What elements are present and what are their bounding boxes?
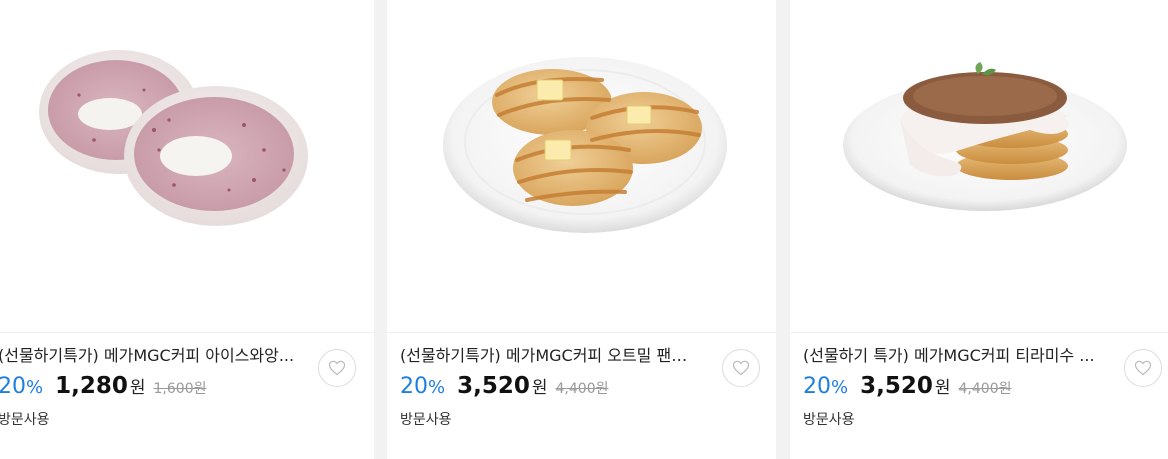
wishlist-button[interactable] (318, 349, 356, 387)
original-price: 4,400원 (958, 381, 1012, 397)
product-image[interactable] (0, 0, 374, 332)
price-unit: 원 (934, 378, 951, 398)
product-card[interactable]: (선물하기특가) 메가MGC커피 아이스와앙... 20% 1,280 원 1,… (0, 0, 374, 459)
product-image[interactable] (790, 0, 1168, 332)
product-info: (선물하기특가) 메가MGC커피 아이스와앙... 20% 1,280 원 1,… (0, 332, 374, 459)
discount-value: 20 (0, 374, 26, 399)
heart-icon (1134, 360, 1152, 376)
product-image[interactable] (387, 0, 776, 332)
price-unit: 원 (531, 378, 548, 398)
oatmeal-pancake-image (443, 57, 727, 233)
discount-unit: % (26, 377, 44, 398)
price-row: 20% 3,520 원 4,400원 (803, 373, 1011, 403)
discount-rate: 20% (803, 374, 848, 399)
original-price: 4,400원 (555, 381, 609, 397)
product-card[interactable]: (선물하기 특가) 메가MGC커피 티라미수 ... 20% 3,520 원 4… (790, 0, 1168, 459)
product-title[interactable]: (선물하기특가) 메가MGC커피 아이스와앙... (0, 345, 300, 367)
usage-type: 방문사용 (0, 412, 50, 428)
product-card[interactable]: (선물하기특가) 메가MGC커피 오트밀 팬케... 20% 3,520 원 4… (387, 0, 776, 459)
heart-icon (328, 360, 346, 376)
original-price: 1,600원 (153, 381, 207, 397)
ice-rice-cake-image (39, 50, 308, 226)
discount-value: 20 (400, 374, 428, 399)
price-row: 20% 1,280 원 1,600원 (0, 373, 206, 403)
price-unit: 원 (129, 378, 146, 398)
sale-price: 1,280 (55, 373, 128, 399)
price-row: 20% 3,520 원 4,400원 (400, 373, 608, 403)
product-title[interactable]: (선물하기특가) 메가MGC커피 오트밀 팬케... (400, 345, 700, 367)
product-info: (선물하기특가) 메가MGC커피 오트밀 팬케... 20% 3,520 원 4… (387, 332, 776, 459)
tiramisu-pancake-image (843, 62, 1127, 211)
sale-price: 3,520 (860, 373, 933, 399)
usage-type: 방문사용 (803, 412, 855, 428)
wishlist-button[interactable] (722, 349, 760, 387)
discount-unit: % (831, 377, 849, 398)
product-info: (선물하기 특가) 메가MGC커피 티라미수 ... 20% 3,520 원 4… (790, 332, 1168, 459)
product-title[interactable]: (선물하기 특가) 메가MGC커피 티라미수 ... (803, 345, 1103, 367)
discount-rate: 20% (0, 374, 43, 399)
usage-type: 방문사용 (400, 412, 452, 428)
sale-price: 3,520 (457, 373, 530, 399)
discount-value: 20 (803, 374, 831, 399)
heart-icon (732, 360, 750, 376)
discount-rate: 20% (400, 374, 445, 399)
discount-unit: % (428, 377, 446, 398)
wishlist-button[interactable] (1124, 349, 1162, 387)
